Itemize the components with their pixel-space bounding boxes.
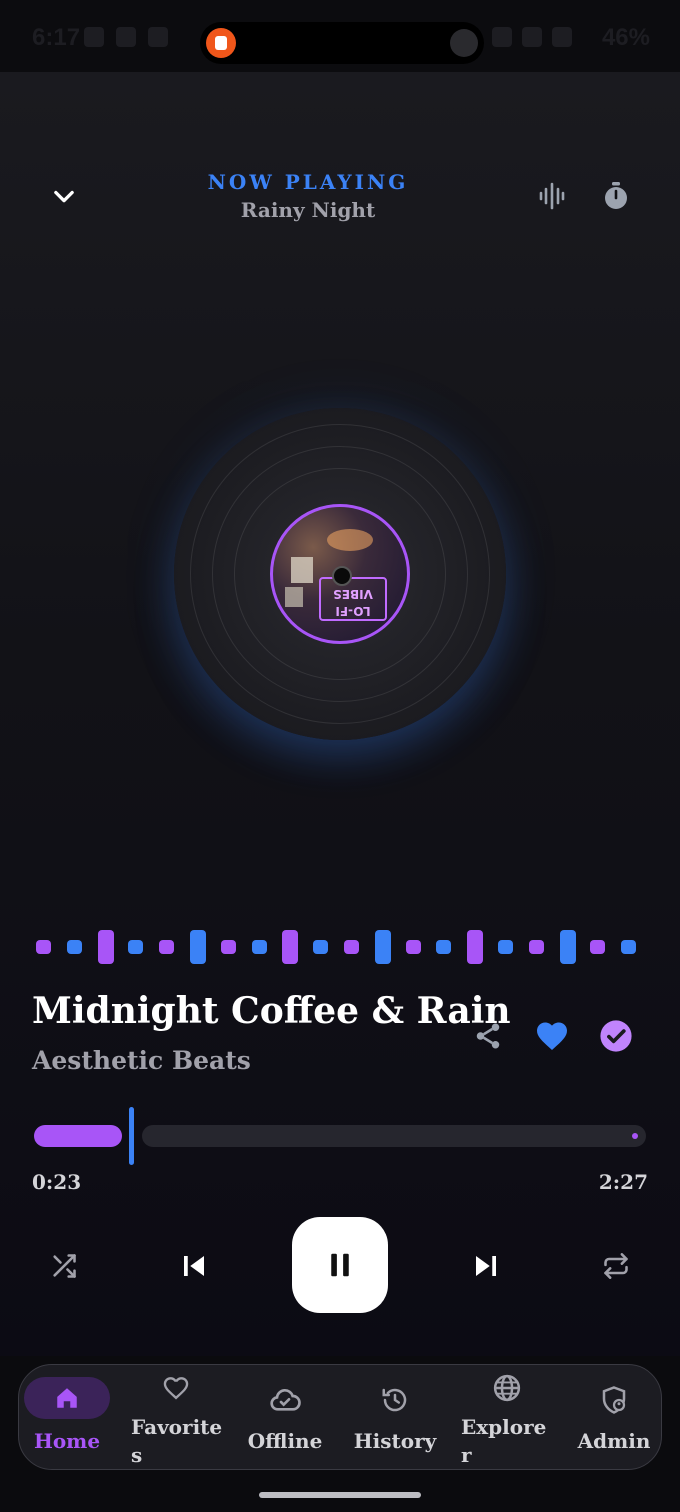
battery-level: 46% [601,24,650,51]
stopwatch-icon [605,182,627,209]
progress-thumb[interactable] [129,1107,134,1165]
next-button[interactable] [462,1242,510,1290]
shuffle-icon [53,1254,76,1278]
visualizer-bar [405,940,421,954]
nav-item-home[interactable]: Home [19,1365,115,1471]
nav-item-explorer[interactable]: Explore r [455,1365,559,1471]
track-artist: Aesthetic Beats [32,1046,251,1075]
visualizer-bar [344,940,359,954]
visualizer-bar [128,940,144,954]
playlist-name: Rainy Night [240,198,376,222]
visualizer-bar [66,940,82,954]
repeat-button[interactable] [592,1242,640,1290]
nav-label-favorites: Favorite s [131,1415,223,1467]
progress-fill [34,1125,122,1147]
share-button[interactable] [464,1012,512,1060]
signal-icon [552,27,572,47]
check-circle-icon [600,1020,632,1052]
nav-label-history: History [353,1429,437,1453]
favorite-button[interactable] [528,1012,576,1060]
home-icon [46,1377,88,1419]
visualizer-bar [498,940,513,954]
cloud-check-icon [264,1379,306,1421]
nav-label-offline: Offline [247,1429,323,1453]
instagram-icon [116,27,136,47]
media-app-icon [206,28,236,58]
previous-button[interactable] [170,1242,218,1290]
nav-item-favorites[interactable]: Favorite s [123,1365,229,1471]
notification-icon [84,27,104,47]
wifi-icon [522,27,542,47]
visualizer-bar [220,940,236,954]
skip-next-icon [476,1256,496,1276]
visualizer-bar [282,930,299,964]
nav-label-admin: Admin [577,1429,651,1453]
track-title: Midnight Coffee & Rain [32,990,511,1032]
nav-item-offline[interactable]: Offline [233,1365,337,1471]
history-icon [374,1379,416,1421]
visualizer-bar [251,940,267,954]
shuffle-button[interactable] [40,1242,88,1290]
visualizer-bar [590,940,606,954]
visualizer-bar [374,930,391,964]
heart-icon [537,1022,567,1051]
app-icon [148,27,168,47]
home-indicator[interactable] [259,1492,421,1498]
status-bar: 6:17 46% [0,0,680,72]
camera-icon [450,29,478,57]
visualizer-bar [97,930,114,964]
visualizer-bar [313,940,329,954]
vibrate-icon [492,27,512,47]
total-time: 2:27 [598,1170,648,1194]
repeat-icon [604,1253,628,1279]
visualizer-bar [159,940,175,954]
now-playing-label: NOW PLAYING [207,170,409,194]
bottom-nav: Home Favorite s Offline History Explore … [18,1364,662,1470]
visualizer-bar [190,930,206,964]
sleep-timer-button[interactable] [592,172,640,220]
visualizer-bar [467,930,484,964]
nav-label-home: Home [33,1429,101,1453]
waveform-icon [539,182,565,210]
audio-visualizer [36,928,646,966]
nav-item-admin[interactable]: Admin [565,1365,663,1471]
globe-icon [486,1367,528,1409]
visualizer-bar [559,930,576,964]
dynamic-island [200,22,484,64]
visualizer-bar [528,940,544,954]
visualizer-button[interactable] [528,172,576,220]
progress-end-dot [632,1133,638,1139]
neon-sign: LO-FI VIBES [319,577,387,621]
skip-previous-icon [184,1256,204,1276]
heart-outline-icon [155,1367,197,1409]
progress-track[interactable] [142,1125,646,1147]
share-icon [476,1023,500,1049]
elapsed-time: 0:23 [32,1170,82,1194]
status-time: 6:17 [32,24,81,51]
visualizer-bar [621,940,637,954]
pause-button[interactable] [292,1217,388,1313]
nav-item-history[interactable]: History [341,1365,449,1471]
admin-shield-icon [593,1379,635,1421]
nav-label-explorer: Explore r [461,1415,547,1467]
downloaded-button[interactable] [592,1012,640,1060]
vinyl-record: LO-FI VIBES [174,408,506,740]
visualizer-bar [36,940,51,954]
spindle-hole [332,566,352,586]
visualizer-bar [436,940,452,954]
pause-icon [331,1253,349,1277]
